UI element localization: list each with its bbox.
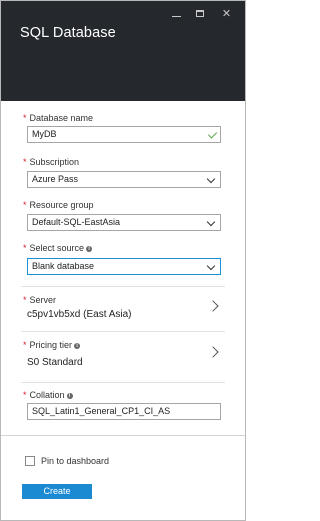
close-icon[interactable]: ✕ — [220, 8, 233, 20]
database-name-input[interactable]: MyDB — [27, 126, 221, 143]
required-marker: * — [23, 243, 27, 253]
subscription-select[interactable]: Azure Pass — [27, 171, 221, 188]
server-label: * Server — [23, 295, 57, 305]
required-marker: * — [23, 157, 27, 167]
pin-to-dashboard-label: Pin to dashboard — [41, 456, 110, 466]
chevron-down-icon — [206, 261, 216, 271]
create-button[interactable]: Create — [22, 484, 92, 499]
required-marker: * — [23, 200, 27, 210]
select-source-select[interactable]: Blank database — [27, 258, 221, 275]
info-icon[interactable]: i — [66, 393, 73, 399]
pin-to-dashboard-checkbox[interactable] — [25, 456, 35, 466]
required-marker: * — [23, 340, 27, 350]
chevron-right-icon — [207, 300, 219, 312]
minimize-icon[interactable] — [170, 8, 183, 20]
required-marker: * — [23, 295, 27, 305]
server-value: c5pv1vb5xd (East Asia) — [27, 309, 132, 320]
collation-label: * Collation i — [23, 390, 73, 400]
footer-divider — [1, 435, 245, 436]
resource-group-label: * Resource group — [23, 200, 94, 210]
pricing-tier-label: * Pricing tier i — [23, 340, 81, 350]
section-divider — [21, 382, 225, 383]
subscription-label: * Subscription — [23, 157, 80, 167]
required-marker: * — [23, 390, 27, 400]
section-divider — [21, 331, 225, 332]
sql-database-blade: SQL Database ✕ * Database name MyDB * Subs… — [0, 0, 246, 521]
chevron-right-icon — [207, 346, 219, 358]
info-icon[interactable]: i — [86, 246, 93, 252]
collation-input[interactable]: SQL_Latin1_General_CP1_CI_AS — [27, 403, 221, 420]
blade-title: SQL Database — [20, 25, 116, 41]
chevron-down-icon — [206, 217, 216, 227]
maximize-icon[interactable] — [194, 8, 207, 20]
required-marker: * — [23, 113, 27, 123]
info-icon[interactable]: i — [74, 343, 81, 349]
database-name-label: * Database name — [23, 113, 94, 123]
pricing-tier-value: S0 Standard — [27, 357, 83, 368]
resource-group-select[interactable]: Default-SQL-EastAsia — [27, 214, 221, 231]
blade-header: SQL Database ✕ — [1, 1, 245, 101]
select-source-label: * Select source i — [23, 243, 93, 253]
checkmark-icon — [207, 129, 218, 139]
chevron-down-icon — [206, 174, 216, 184]
section-divider — [21, 286, 225, 287]
